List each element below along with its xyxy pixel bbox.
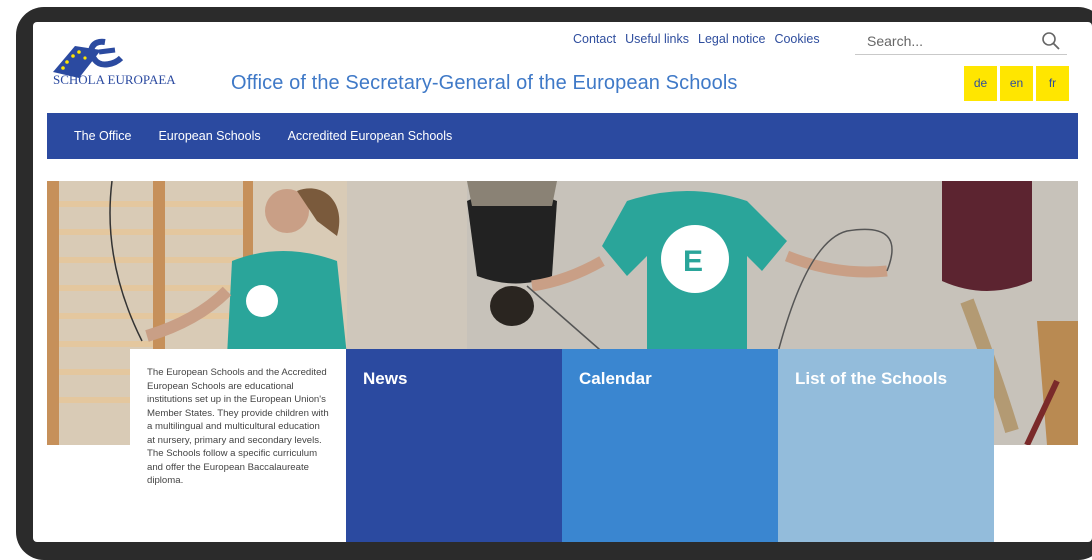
lang-fr-button[interactable]: fr	[1036, 66, 1069, 101]
logo-wordmark: SCHOLA EUROPAEA	[53, 72, 176, 87]
svg-text:E: E	[683, 245, 703, 278]
cookies-link[interactable]: Cookies	[774, 32, 819, 46]
schools-list-tile[interactable]: List of the Schools	[778, 349, 994, 542]
lang-en-button[interactable]: en	[1000, 66, 1033, 101]
news-tile[interactable]: News	[346, 349, 562, 542]
intro-paragraph-2: The Schools follow a specific curriculum…	[147, 448, 318, 486]
schola-europaea-logo[interactable]: SCHOLA EUROPAEA	[49, 28, 229, 92]
search-box	[855, 28, 1067, 55]
browser-viewport: SCHOLA EUROPAEA Office of the Secretary-…	[33, 22, 1092, 542]
contact-link[interactable]: Contact	[573, 32, 616, 46]
main-nav: The Office European Schools Accredited E…	[47, 113, 1078, 159]
top-links: Contact Useful links Legal notice Cookie…	[573, 32, 820, 46]
legal-notice-link[interactable]: Legal notice	[698, 32, 765, 46]
nav-item-european-schools[interactable]: European Schools	[158, 129, 260, 143]
search-icon[interactable]	[1041, 31, 1061, 51]
nav-item-the-office[interactable]: The Office	[74, 129, 131, 143]
site-title[interactable]: Office of the Secretary-General of the E…	[231, 72, 738, 95]
calendar-tile-label: Calendar	[579, 369, 652, 388]
search-input[interactable]	[865, 30, 1029, 52]
news-tile-label: News	[363, 369, 408, 388]
intro-paragraph-1: The European Schools and the Accredited …	[147, 367, 329, 446]
calendar-tile[interactable]: Calendar	[562, 349, 778, 542]
nav-item-accredited-european-schools[interactable]: Accredited European Schools	[288, 129, 453, 143]
useful-links-link[interactable]: Useful links	[625, 32, 689, 46]
intro-text-box: The European Schools and the Accredited …	[130, 349, 346, 542]
schools-list-tile-label: List of the Schools	[795, 369, 948, 388]
lang-de-button[interactable]: de	[964, 66, 997, 101]
language-switcher: de en fr	[964, 66, 1069, 101]
